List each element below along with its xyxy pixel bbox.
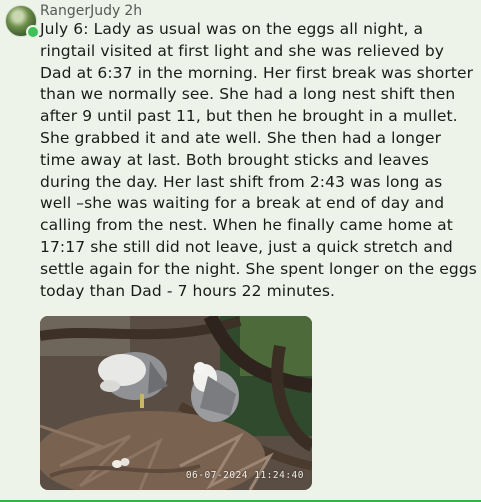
chat-message: RangerJudy 2h July 6: Lady as usual was o…: [0, 0, 481, 502]
avatar-container[interactable]: [5, 5, 40, 39]
message-header: RangerJudy 2h: [40, 2, 142, 20]
camera-timestamp: 06-07-2024 11:24:40: [185, 470, 304, 481]
nest-camera-photo[interactable]: 06-07-2024 11:24:40: [40, 316, 312, 490]
nest-photo-image: [40, 316, 312, 490]
message-time: 2h: [124, 3, 143, 19]
online-status-icon: [26, 25, 40, 39]
message-body: July 6: Lady as usual was on the eggs al…: [40, 20, 477, 300]
author-name[interactable]: RangerJudy: [40, 3, 120, 19]
